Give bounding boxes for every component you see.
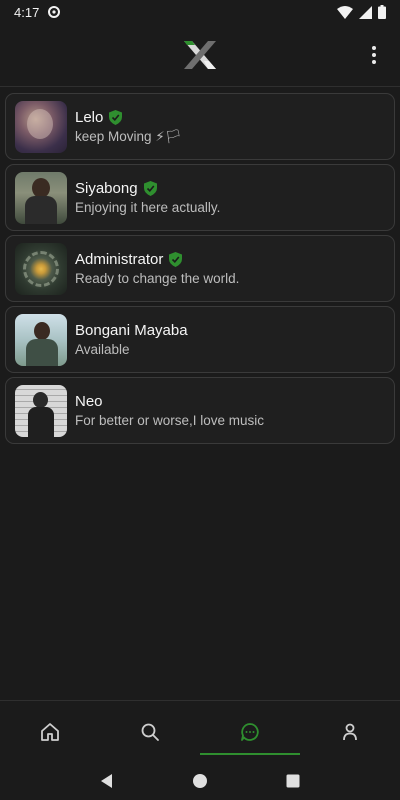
overflow-menu-button[interactable]	[366, 42, 382, 68]
menu-dot	[372, 46, 376, 50]
avatar[interactable]	[15, 313, 67, 366]
contact-card-bongani-mayaba[interactable]: Bongani Mayaba Available	[5, 306, 395, 373]
contact-status: keep Moving ⚡🏳	[75, 128, 182, 144]
contact-status: Available	[75, 342, 130, 357]
contact-name: Bongani Mayaba	[75, 322, 188, 339]
app-logo-icon	[184, 41, 216, 69]
back-icon[interactable]	[99, 773, 115, 789]
contact-name: Lelo	[75, 108, 104, 126]
avatar[interactable]	[15, 384, 67, 437]
bottom-navigation	[0, 700, 400, 763]
contact-card-neo[interactable]: Neo For better or worse,I love music	[5, 377, 395, 444]
app-bar	[0, 24, 400, 87]
data-saver-icon	[48, 6, 61, 18]
nav-profile[interactable]	[300, 701, 400, 763]
person-icon	[343, 723, 357, 741]
menu-dot	[372, 60, 376, 64]
menu-dot	[372, 53, 376, 57]
nav-chats[interactable]	[200, 701, 300, 763]
contact-status: Enjoying it here actually.	[75, 200, 221, 215]
contact-card-lelo[interactable]: Lelo keep Moving ⚡🏳	[5, 93, 395, 160]
verified-shield-icon	[143, 181, 157, 196]
signal-icon	[359, 5, 372, 19]
contact-status: For better or worse,I love music	[75, 413, 265, 428]
contact-list: Lelo keep Moving ⚡🏳 Siyabong Enjoying it…	[5, 93, 395, 448]
clock: 4:17	[14, 4, 40, 20]
wifi-icon	[337, 5, 353, 19]
chat-icon	[241, 723, 259, 741]
avatar[interactable]	[15, 242, 67, 295]
contact-card-administrator[interactable]: Administrator Ready to change the world.	[5, 235, 395, 302]
verified-shield-icon	[169, 252, 183, 267]
verified-shield-icon	[109, 109, 123, 125]
home-circle-icon[interactable]	[192, 773, 208, 789]
avatar[interactable]	[15, 100, 67, 153]
contact-name: Neo	[75, 393, 103, 410]
contact-status: Ready to change the world.	[75, 271, 240, 286]
nav-search[interactable]	[100, 701, 200, 763]
status-bar: 4:17	[0, 0, 400, 24]
contact-name: Administrator	[75, 251, 164, 268]
nav-home[interactable]	[0, 701, 100, 763]
system-navigation-bar	[0, 762, 400, 800]
recents-icon[interactable]	[285, 773, 301, 789]
avatar[interactable]	[15, 171, 67, 224]
contact-name: Siyabong	[75, 180, 138, 197]
home-icon	[41, 723, 59, 741]
search-icon	[141, 723, 159, 741]
contact-card-siyabong[interactable]: Siyabong Enjoying it here actually.	[5, 164, 395, 231]
battery-icon	[378, 5, 386, 19]
